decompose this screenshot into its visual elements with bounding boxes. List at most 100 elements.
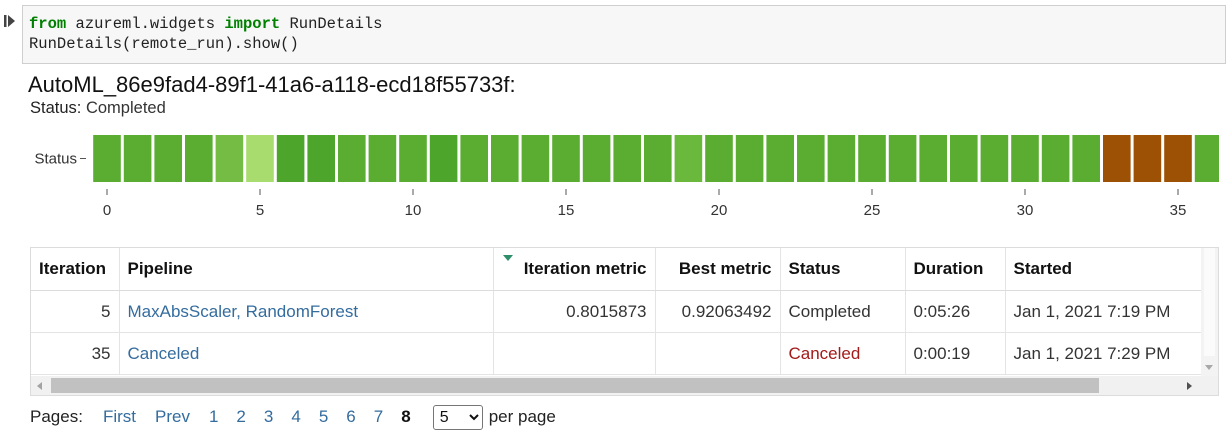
- cell-iteration: 5: [31, 290, 120, 333]
- status-cell[interactable]: [705, 135, 733, 182]
- page-link-6[interactable]: 6: [346, 407, 355, 427]
- cell-duration: 0:05:26: [905, 290, 1006, 333]
- keyword-import: import: [224, 15, 281, 33]
- header-row: Iteration Pipeline Iteration metric Best…: [31, 248, 1201, 291]
- column-header-duration[interactable]: Duration: [905, 248, 1006, 291]
- status-cell[interactable]: [858, 135, 886, 182]
- status-cell[interactable]: [460, 135, 488, 182]
- status-cell[interactable]: [521, 135, 550, 182]
- x-tick-label: 5: [256, 202, 264, 219]
- table-row[interactable]: 35 Canceled Canceled 0:00:19 Jan 1, 2021…: [31, 332, 1201, 375]
- page-link-1[interactable]: 1: [209, 407, 218, 427]
- status-cell[interactable]: [429, 135, 458, 182]
- horizontal-scroll-thumb[interactable]: [51, 378, 1099, 393]
- status-cell[interactable]: [1164, 135, 1192, 182]
- status-cell[interactable]: [338, 135, 366, 182]
- status-cell[interactable]: [827, 135, 856, 182]
- status-cell[interactable]: [1194, 135, 1219, 182]
- scroll-left-arrow-icon[interactable]: [37, 382, 42, 390]
- scroll-down-arrow-icon[interactable]: [1205, 365, 1213, 370]
- per-page-label: per page: [488, 407, 556, 426]
- status-cell[interactable]: [980, 135, 1009, 182]
- column-header-status[interactable]: Status: [780, 248, 906, 291]
- sort-descending-icon: [502, 255, 513, 261]
- per-page-select[interactable]: 5: [432, 404, 483, 430]
- status-cell[interactable]: [919, 135, 947, 182]
- cell-status: Completed: [780, 290, 906, 333]
- x-tick-label: 35: [1170, 202, 1187, 219]
- status-cell[interactable]: [185, 135, 213, 182]
- column-header-iteration-metric-label: Iteration metric: [523, 259, 647, 278]
- run-status: Status: Completed: [30, 99, 166, 118]
- column-header-iteration-metric[interactable]: Iteration metric: [493, 248, 656, 291]
- pagination: Pages: First Prev 1 2 3 4 5 6 7 8 5 per …: [30, 404, 556, 430]
- x-tick-label: 10: [405, 202, 422, 219]
- cell-started: Jan 1, 2021 7:19 PM: [1005, 290, 1201, 333]
- status-cell[interactable]: [491, 135, 519, 182]
- status-cell[interactable]: [246, 135, 274, 182]
- status-cell[interactable]: [582, 135, 611, 182]
- cell-status: Canceled: [780, 332, 906, 375]
- x-tick-label: 25: [864, 202, 881, 219]
- cell-iteration-metric: [493, 332, 656, 375]
- pages-label: Pages:: [30, 407, 83, 426]
- scroll-right-arrow-icon[interactable]: [1187, 382, 1192, 390]
- horizontal-scrollbar[interactable]: [31, 376, 1218, 395]
- status-cell[interactable]: [154, 135, 182, 182]
- table-viewport: Iteration Pipeline Iteration metric Best…: [31, 248, 1201, 376]
- page-first-link[interactable]: First: [103, 407, 136, 427]
- status-label: Status:: [30, 99, 82, 117]
- page-prev-link[interactable]: Prev: [155, 407, 190, 427]
- column-header-iteration[interactable]: Iteration: [31, 248, 120, 291]
- status-cell[interactable]: [1103, 135, 1131, 182]
- status-cell[interactable]: [888, 135, 917, 182]
- status-cell[interactable]: [797, 135, 825, 182]
- cell-best-metric: [655, 332, 781, 375]
- x-tick-label: 30: [1017, 202, 1034, 219]
- status-cell[interactable]: [1041, 135, 1070, 182]
- status-cell[interactable]: [307, 135, 335, 182]
- page-link-3[interactable]: 3: [264, 407, 273, 427]
- cell-pipeline-link[interactable]: Canceled: [119, 332, 494, 375]
- iterations-table[interactable]: Iteration Pipeline Iteration metric Best…: [30, 247, 1219, 396]
- status-chart: Status 0 5 10 15 20 25 30 35: [34, 135, 1219, 219]
- status-cell[interactable]: [399, 135, 427, 182]
- column-header-pipeline[interactable]: Pipeline: [119, 248, 494, 291]
- y-axis-label: Status: [34, 151, 77, 168]
- status-cell[interactable]: [215, 135, 244, 182]
- run-title: AutoML_86e9fad4-89f1-41a6-a118-ecd18f557…: [28, 72, 516, 97]
- status-cell[interactable]: [368, 135, 397, 182]
- code-line-2: RunDetails(remote_run).show(): [29, 35, 299, 53]
- iterations-grid: Iteration Pipeline Iteration metric Best…: [31, 248, 1201, 375]
- vertical-scrollbar[interactable]: [1201, 248, 1218, 376]
- status-cell[interactable]: [123, 135, 152, 182]
- status-cells: [93, 135, 1219, 182]
- vertical-scroll-thumb[interactable]: [1204, 248, 1215, 356]
- status-cell[interactable]: [93, 135, 121, 182]
- status-cell[interactable]: [613, 135, 641, 182]
- status-cell[interactable]: [644, 135, 672, 182]
- page-link-2[interactable]: 2: [236, 407, 245, 427]
- x-tick-label: 0: [103, 202, 111, 219]
- status-cell[interactable]: [950, 135, 978, 182]
- code-cell[interactable]: from azureml.widgets import RunDetails R…: [22, 5, 1226, 64]
- status-cell[interactable]: [674, 135, 703, 182]
- status-cell[interactable]: [766, 135, 794, 182]
- status-cell[interactable]: [1133, 135, 1162, 182]
- status-cell[interactable]: [1072, 135, 1100, 182]
- status-cell[interactable]: [1011, 135, 1039, 182]
- page-link-4[interactable]: 4: [291, 407, 300, 427]
- status-cell[interactable]: [276, 135, 305, 182]
- page-link-7[interactable]: 7: [374, 407, 383, 427]
- page-link-5[interactable]: 5: [319, 407, 328, 427]
- status-cell[interactable]: [735, 135, 764, 182]
- table-row[interactable]: 5 MaxAbsScaler, RandomForest 0.8015873 0…: [31, 290, 1201, 333]
- cell-pipeline-link[interactable]: MaxAbsScaler, RandomForest: [119, 290, 494, 333]
- cell-duration: 0:00:19: [905, 332, 1006, 375]
- status-cell[interactable]: [552, 135, 580, 182]
- column-header-best-metric[interactable]: Best metric: [655, 248, 781, 291]
- code-line-1: from azureml.widgets import RunDetails: [29, 14, 1225, 34]
- column-header-started[interactable]: Started: [1005, 248, 1201, 291]
- status-value: Completed: [85, 99, 166, 117]
- run-cell-arrow-icon[interactable]: [4, 14, 16, 28]
